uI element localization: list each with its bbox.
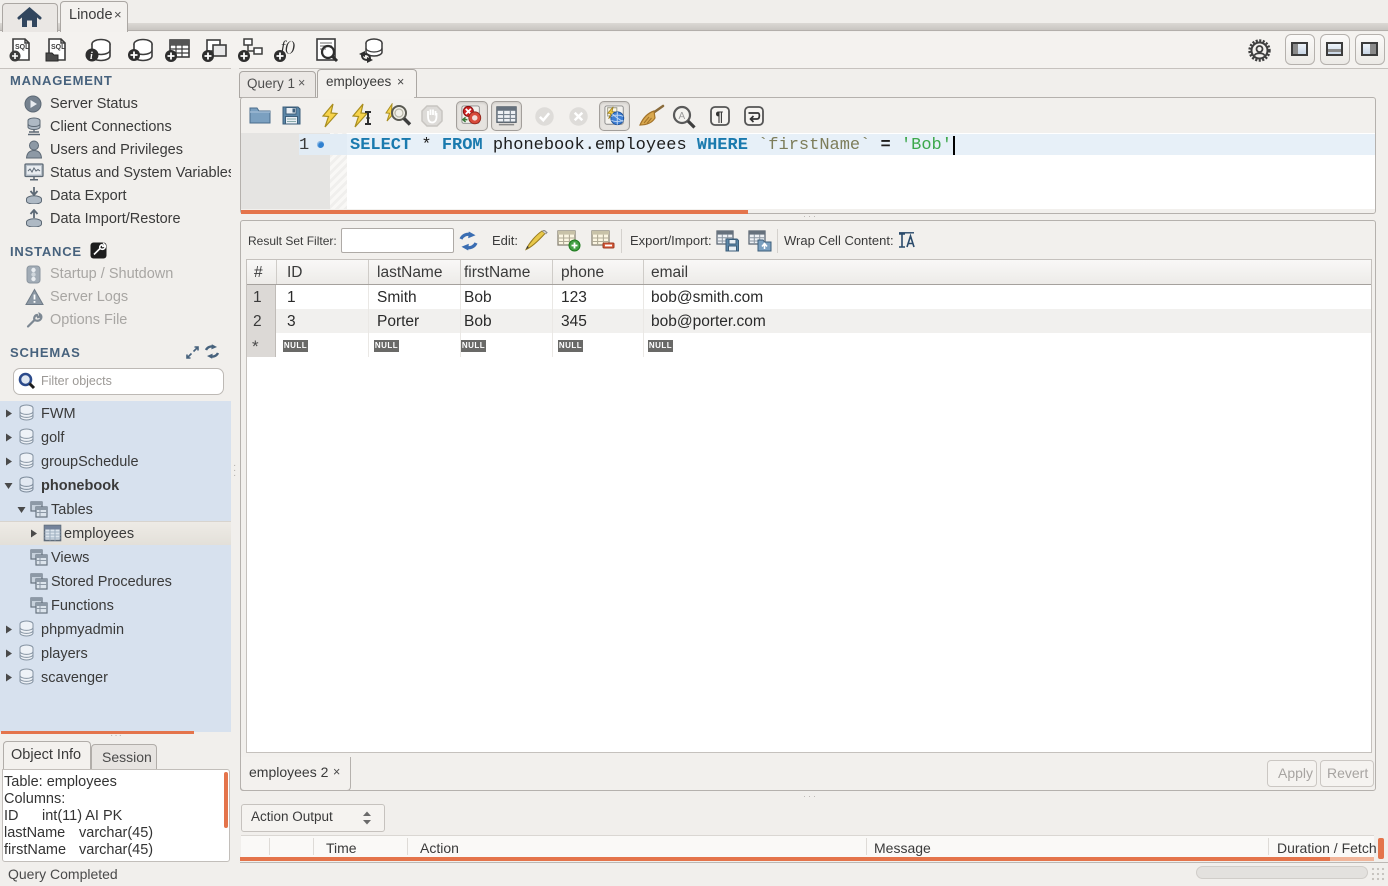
svg-text:¶: ¶ bbox=[716, 108, 724, 124]
svg-text:A: A bbox=[679, 111, 686, 122]
svg-text:i: i bbox=[90, 51, 93, 62]
svg-text:SQL: SQL bbox=[51, 44, 66, 51]
svg-text:SQL: SQL bbox=[15, 44, 30, 51]
